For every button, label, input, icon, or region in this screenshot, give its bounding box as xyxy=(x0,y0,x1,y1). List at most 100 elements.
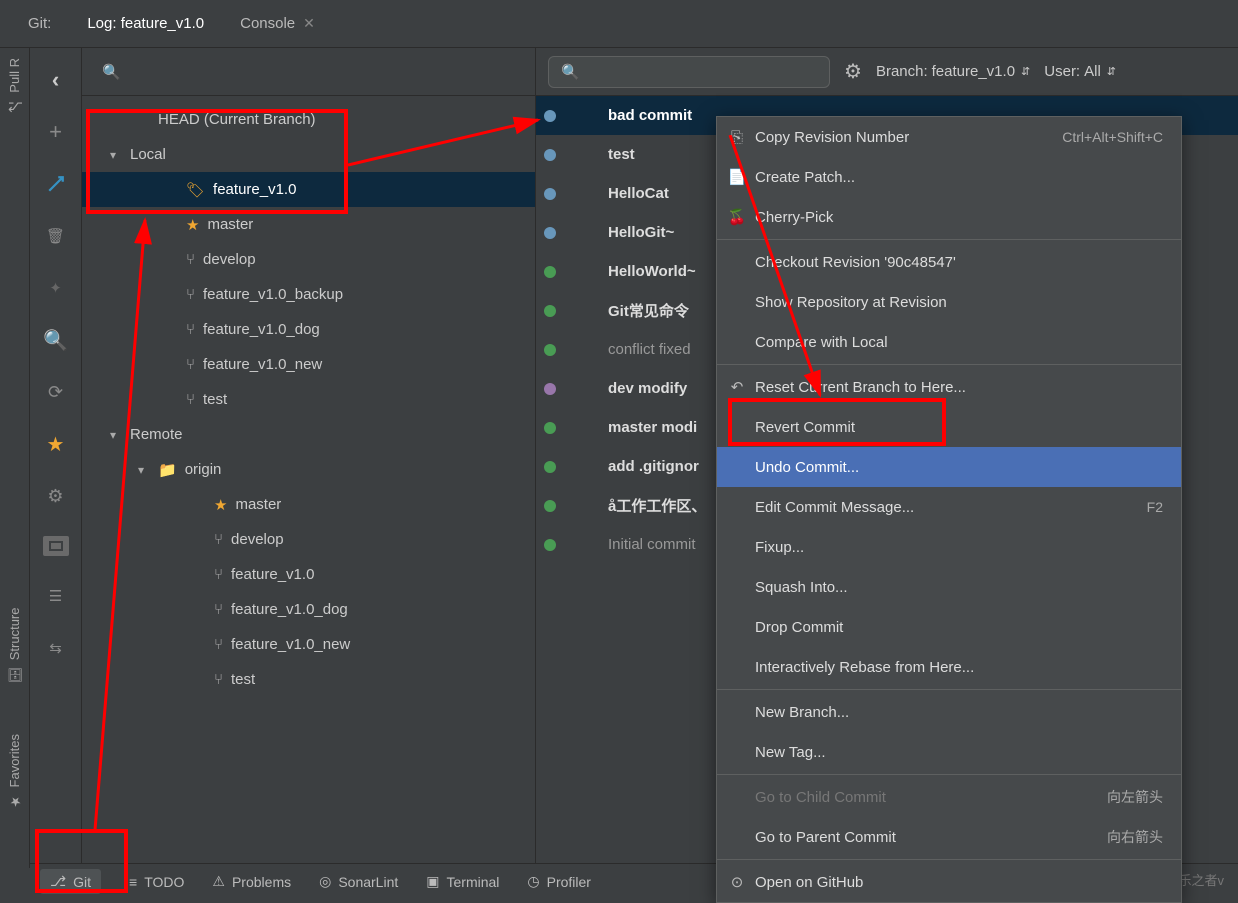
problems-tool-button[interactable]: ⚠Problems xyxy=(212,873,291,890)
text: Open on GitHub xyxy=(755,874,863,891)
commit-dot xyxy=(544,461,556,473)
menu-revert[interactable]: Revert Commit xyxy=(717,407,1181,447)
menu-show-repo[interactable]: Show Repository at Revision xyxy=(717,282,1181,322)
shortcut: 向左箭头 xyxy=(1107,787,1163,807)
merge-icon[interactable]: ✦ xyxy=(44,276,68,300)
copy-icon: ⎘ xyxy=(727,129,747,146)
terminal-tool-button[interactable]: ▣Terminal xyxy=(426,873,499,890)
branch-icon: ⑂ xyxy=(186,321,195,338)
tree-row[interactable]: 🏷feature_v1.0 xyxy=(82,172,535,207)
tree-label: feature_v1.0 xyxy=(231,566,314,583)
menu-new-branch[interactable]: New Branch... xyxy=(717,692,1181,732)
menu-reset[interactable]: ↶Reset Current Branch to Here... xyxy=(717,367,1181,407)
patch-icon: 📄 xyxy=(727,168,747,186)
branch-filter[interactable]: Branch: feature_v1.0⇵ xyxy=(876,63,1030,80)
tree-row[interactable]: ⑂feature_v1.0_backup xyxy=(82,277,535,312)
tree-row[interactable]: HEAD (Current Branch) xyxy=(82,102,535,137)
menu-checkout-revision[interactable]: Checkout Revision '90c48547' xyxy=(717,242,1181,282)
tree-row[interactable]: ⑂feature_v1.0 xyxy=(82,557,535,592)
settings-icon[interactable]: ⚙ xyxy=(844,59,862,84)
value: All xyxy=(1084,63,1101,80)
text: Go to Parent Commit xyxy=(755,829,896,846)
menu-fixup[interactable]: Fixup... xyxy=(717,527,1181,567)
tree-row[interactable]: ⑂test xyxy=(82,662,535,697)
menu-open-github[interactable]: ⊙ Open on GitHub xyxy=(717,862,1181,902)
commit-message: Git常见命令 xyxy=(608,300,689,321)
profiler-tool-button[interactable]: ◷Profiler xyxy=(527,873,591,890)
menu-squash[interactable]: Squash Into... xyxy=(717,567,1181,607)
tree-row[interactable]: ▾📁origin xyxy=(82,452,535,487)
collapse-icon[interactable]: ⇆ xyxy=(44,636,68,660)
warning-icon: ⚠ xyxy=(212,873,225,890)
pull-requests-tool[interactable]: ⎇Pull R xyxy=(7,48,22,124)
user-filter[interactable]: User: All⇵ xyxy=(1044,63,1116,80)
github-icon: ⊙ xyxy=(727,873,747,891)
log-search-input[interactable]: 🔍 xyxy=(548,56,830,88)
commit-message: bad commit xyxy=(608,107,692,124)
branch-icon: ⎇ xyxy=(50,873,66,890)
menu-compare-local[interactable]: Compare with Local xyxy=(717,322,1181,362)
search-icon: 🔍 xyxy=(561,63,580,81)
tree-row[interactable]: ▾Local xyxy=(82,137,535,172)
terminal-icon: ▣ xyxy=(426,873,439,890)
text: Copy Revision Number xyxy=(755,129,909,146)
text: Show Repository at Revision xyxy=(755,294,947,311)
tree-row[interactable]: ⑂feature_v1.0_new xyxy=(82,627,535,662)
text: TODO xyxy=(144,874,184,890)
todo-tool-button[interactable]: ≡ TODO xyxy=(129,874,184,890)
add-button[interactable]: + xyxy=(44,120,68,144)
menu-drop[interactable]: Drop Commit xyxy=(717,607,1181,647)
back-button[interactable]: ‹ xyxy=(44,68,68,92)
menu-create-patch[interactable]: 📄Create Patch... xyxy=(717,157,1181,197)
star-icon: ★ xyxy=(7,793,22,808)
log-tab[interactable]: Log: feature_v1.0 xyxy=(69,0,222,48)
tree-row[interactable]: ⑂feature_v1.0_dog xyxy=(82,312,535,347)
align-icon[interactable]: ☰ xyxy=(44,584,68,608)
commit-message: HelloWorld~ xyxy=(608,263,696,280)
refresh-icon[interactable]: ⟳ xyxy=(44,380,68,404)
tree-row[interactable]: ★master xyxy=(82,207,535,242)
commit-message: å工作工作区、 xyxy=(608,495,706,516)
sort-icon: ⇵ xyxy=(1021,65,1030,78)
structure-tool[interactable]: 🗄Structure xyxy=(7,598,22,693)
close-icon[interactable]: ✕ xyxy=(303,15,315,32)
sonar-tool-button[interactable]: ◎SonarLint xyxy=(319,873,398,890)
tree-row[interactable]: ⑂develop xyxy=(82,242,535,277)
menu-undo-commit[interactable]: Undo Commit... xyxy=(717,447,1181,487)
commit-message: test xyxy=(608,146,635,163)
settings-icon[interactable]: ⚙ xyxy=(44,484,68,508)
console-tab[interactable]: Console✕ xyxy=(222,0,333,48)
favorite-icon[interactable]: ★ xyxy=(44,432,68,456)
star-icon: ★ xyxy=(186,216,199,234)
tree-row[interactable]: ▾Remote xyxy=(82,417,535,452)
text: Compare with Local xyxy=(755,334,888,351)
branch-icon: ⑂ xyxy=(214,601,223,618)
tree-row[interactable]: ★master xyxy=(82,487,535,522)
menu-new-tag[interactable]: New Tag... xyxy=(717,732,1181,772)
tree-row[interactable]: ⑂develop xyxy=(82,522,535,557)
menu-parent-commit[interactable]: Go to Parent Commit 向右箭头 xyxy=(717,817,1181,857)
chevron-icon: ▾ xyxy=(132,463,150,477)
tree-label: feature_v1.0_backup xyxy=(203,286,343,303)
tree-search[interactable]: 🔍 xyxy=(82,48,535,96)
favorites-tool[interactable]: ★Favorites xyxy=(7,724,22,818)
shortcut: 向右箭头 xyxy=(1107,827,1163,847)
menu-rebase[interactable]: Interactively Rebase from Here... xyxy=(717,647,1181,687)
tree-row[interactable]: ⑂feature_v1.0_new xyxy=(82,347,535,382)
log-toolbar: 🔍 ⚙ Branch: feature_v1.0⇵ User: All⇵ xyxy=(536,48,1238,96)
commit-icon[interactable] xyxy=(44,172,68,196)
tree-row[interactable]: ⑂test xyxy=(82,382,535,417)
commit-message: dev modify xyxy=(608,380,687,397)
commit-message: HelloCat xyxy=(608,185,669,202)
diff-icon[interactable] xyxy=(43,536,69,556)
menu-cherry-pick[interactable]: 🍒Cherry-Pick xyxy=(717,197,1181,237)
search-icon[interactable]: 🔍 xyxy=(44,328,68,352)
delete-icon[interactable]: 🗑 xyxy=(44,224,68,248)
git-tool-button[interactable]: ⎇Git xyxy=(40,869,101,894)
tree-row[interactable]: ⑂feature_v1.0_dog xyxy=(82,592,535,627)
cherry-icon: 🍒 xyxy=(727,208,747,226)
list-icon: ≡ xyxy=(129,874,137,890)
menu-copy-revision[interactable]: ⎘Copy Revision NumberCtrl+Alt+Shift+C xyxy=(717,117,1181,157)
menu-edit-message[interactable]: Edit Commit Message...F2 xyxy=(717,487,1181,527)
top-tab-bar: Git: Log: feature_v1.0 Console✕ xyxy=(0,0,1238,48)
